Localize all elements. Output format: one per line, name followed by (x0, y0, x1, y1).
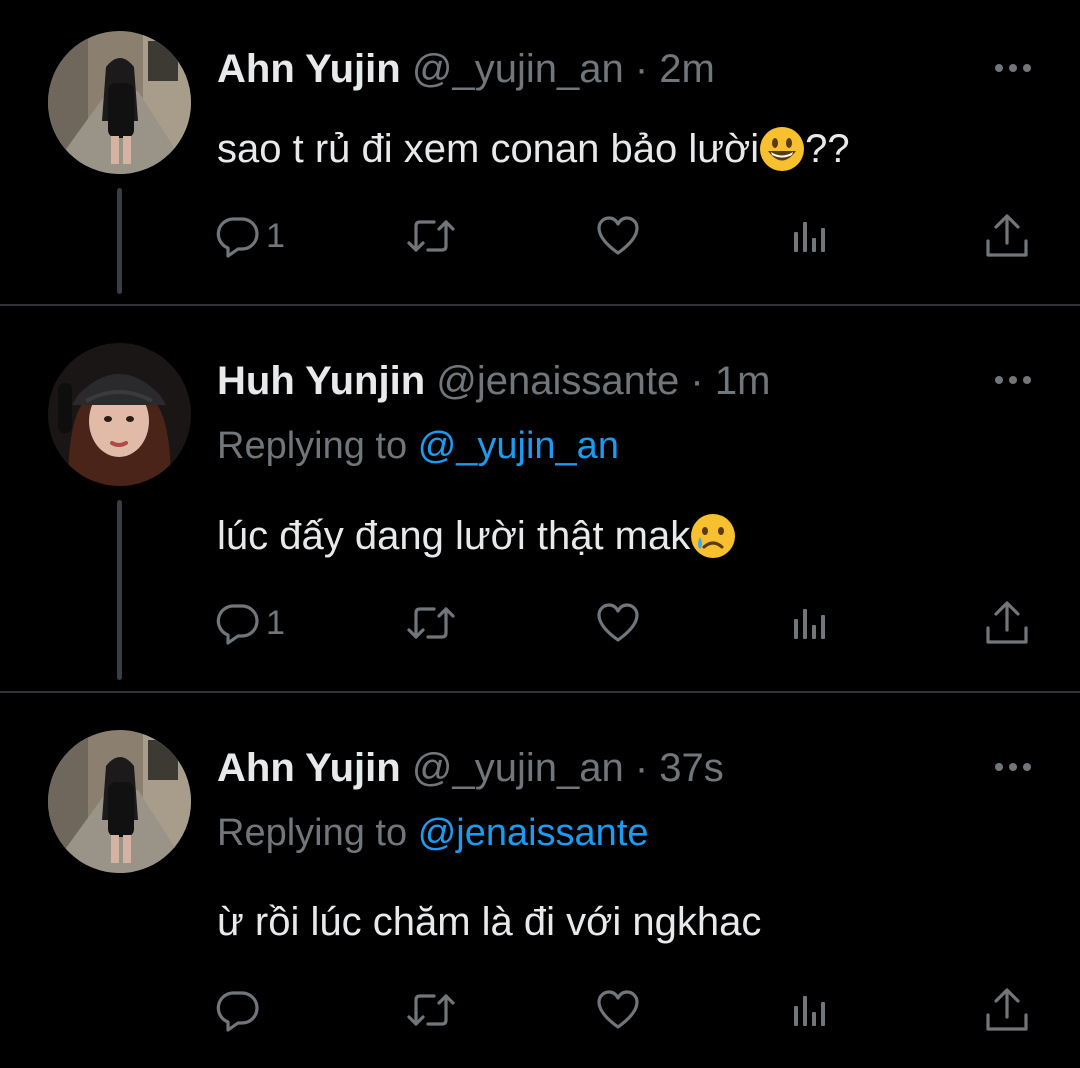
views-button[interactable] (792, 598, 828, 648)
crying-face-emoji (690, 513, 736, 559)
replying-prefix: Replying to (217, 425, 408, 467)
share-button[interactable] (984, 985, 1030, 1035)
retweet-icon (407, 994, 455, 1026)
tweet-text-main: ừ rồi lúc chăm là đi với ngkhac (217, 900, 762, 944)
separator: · (634, 47, 649, 91)
share-button[interactable] (984, 598, 1030, 648)
analytics-icon (794, 609, 825, 639)
tweet-2[interactable]: Huh Yunjin @jenaissante · 1m Replying to… (0, 306, 1080, 692)
tweet-header: Huh Yunjin @jenaissante · 1m (217, 357, 770, 405)
reply-icon (216, 604, 259, 645)
reply-button[interactable]: 1 (216, 598, 285, 648)
retweet-icon (407, 607, 455, 639)
author-handle[interactable]: @jenaissante (436, 359, 679, 403)
analytics-icon (794, 996, 825, 1026)
share-icon (986, 214, 1028, 257)
timestamp[interactable]: 37s (659, 746, 724, 790)
analytics-icon (794, 222, 825, 252)
tweet-text: ừ rồi lúc chăm là đi với ngkhac (217, 897, 761, 947)
author-name[interactable]: Ahn Yujin (217, 47, 401, 91)
author-handle[interactable]: @_yujin_an (412, 746, 624, 790)
action-bar: 1 (212, 598, 1042, 648)
tweet-text-main: sao t rủ đi xem conan bảo lười (217, 127, 760, 171)
replying-prefix: Replying to (217, 812, 408, 854)
separator: · (634, 746, 649, 790)
tweet-header: Ahn Yujin @_yujin_an · 2m (217, 45, 715, 93)
like-button[interactable] (596, 985, 640, 1035)
views-button[interactable] (792, 985, 828, 1035)
more-icon[interactable] (992, 760, 1034, 774)
tweet-text: lúc đấy đang lười thật mak (217, 511, 736, 561)
grinning-face-emoji (759, 126, 805, 172)
timestamp[interactable]: 1m (715, 359, 771, 403)
like-button[interactable] (596, 211, 640, 261)
retweet-button[interactable] (406, 598, 456, 648)
thread-line (117, 500, 122, 680)
reply-button[interactable] (216, 985, 266, 1035)
avatar-ahn-yujin[interactable] (48, 31, 191, 174)
tweet-text-suffix: ?? (805, 127, 850, 171)
avatar-ahn-yujin[interactable] (48, 730, 191, 873)
more-icon[interactable] (992, 61, 1034, 75)
reply-icon (216, 991, 259, 1032)
share-icon (986, 601, 1028, 644)
share-button[interactable] (984, 211, 1030, 261)
reply-icon (216, 217, 259, 258)
heart-icon (597, 603, 639, 642)
like-button[interactable] (596, 598, 640, 648)
tweet-header: Ahn Yujin @_yujin_an · 37s (217, 744, 724, 792)
author-name[interactable]: Huh Yunjin (217, 359, 425, 403)
mention-link[interactable]: @_yujin_an (418, 425, 619, 467)
mention-link[interactable]: @jenaissante (418, 812, 649, 854)
author-handle[interactable]: @_yujin_an (412, 47, 624, 91)
avatar-huh-yunjin[interactable] (48, 343, 191, 486)
reply-button[interactable]: 1 (216, 211, 285, 261)
replying-to: Replying to @_yujin_an (217, 423, 619, 469)
share-icon (986, 988, 1028, 1031)
tweet-text: sao t rủ đi xem conan bảo lười ?? (217, 124, 850, 174)
heart-icon (597, 990, 639, 1029)
views-button[interactable] (792, 211, 828, 261)
retweet-button[interactable] (406, 985, 456, 1035)
timestamp[interactable]: 2m (659, 47, 715, 91)
retweet-button[interactable] (406, 211, 456, 261)
tweet-text-main: lúc đấy đang lười thật mak (217, 514, 691, 558)
action-bar: 1 (212, 211, 1042, 261)
separator: · (690, 359, 704, 403)
author-name[interactable]: Ahn Yujin (217, 746, 401, 790)
retweet-icon (407, 220, 455, 252)
reply-count: 1 (266, 604, 285, 642)
reply-count: 1 (266, 217, 285, 255)
action-bar (212, 985, 1042, 1035)
tweet-3[interactable]: Ahn Yujin @_yujin_an · 37s Replying to @… (0, 693, 1080, 1068)
heart-icon (597, 216, 639, 255)
more-icon[interactable] (992, 373, 1034, 387)
tweet-1[interactable]: Ahn Yujin @_yujin_an · 2m sao t rủ đi xe… (0, 0, 1080, 305)
thread-line (117, 188, 122, 294)
replying-to: Replying to @jenaissante (217, 810, 649, 856)
